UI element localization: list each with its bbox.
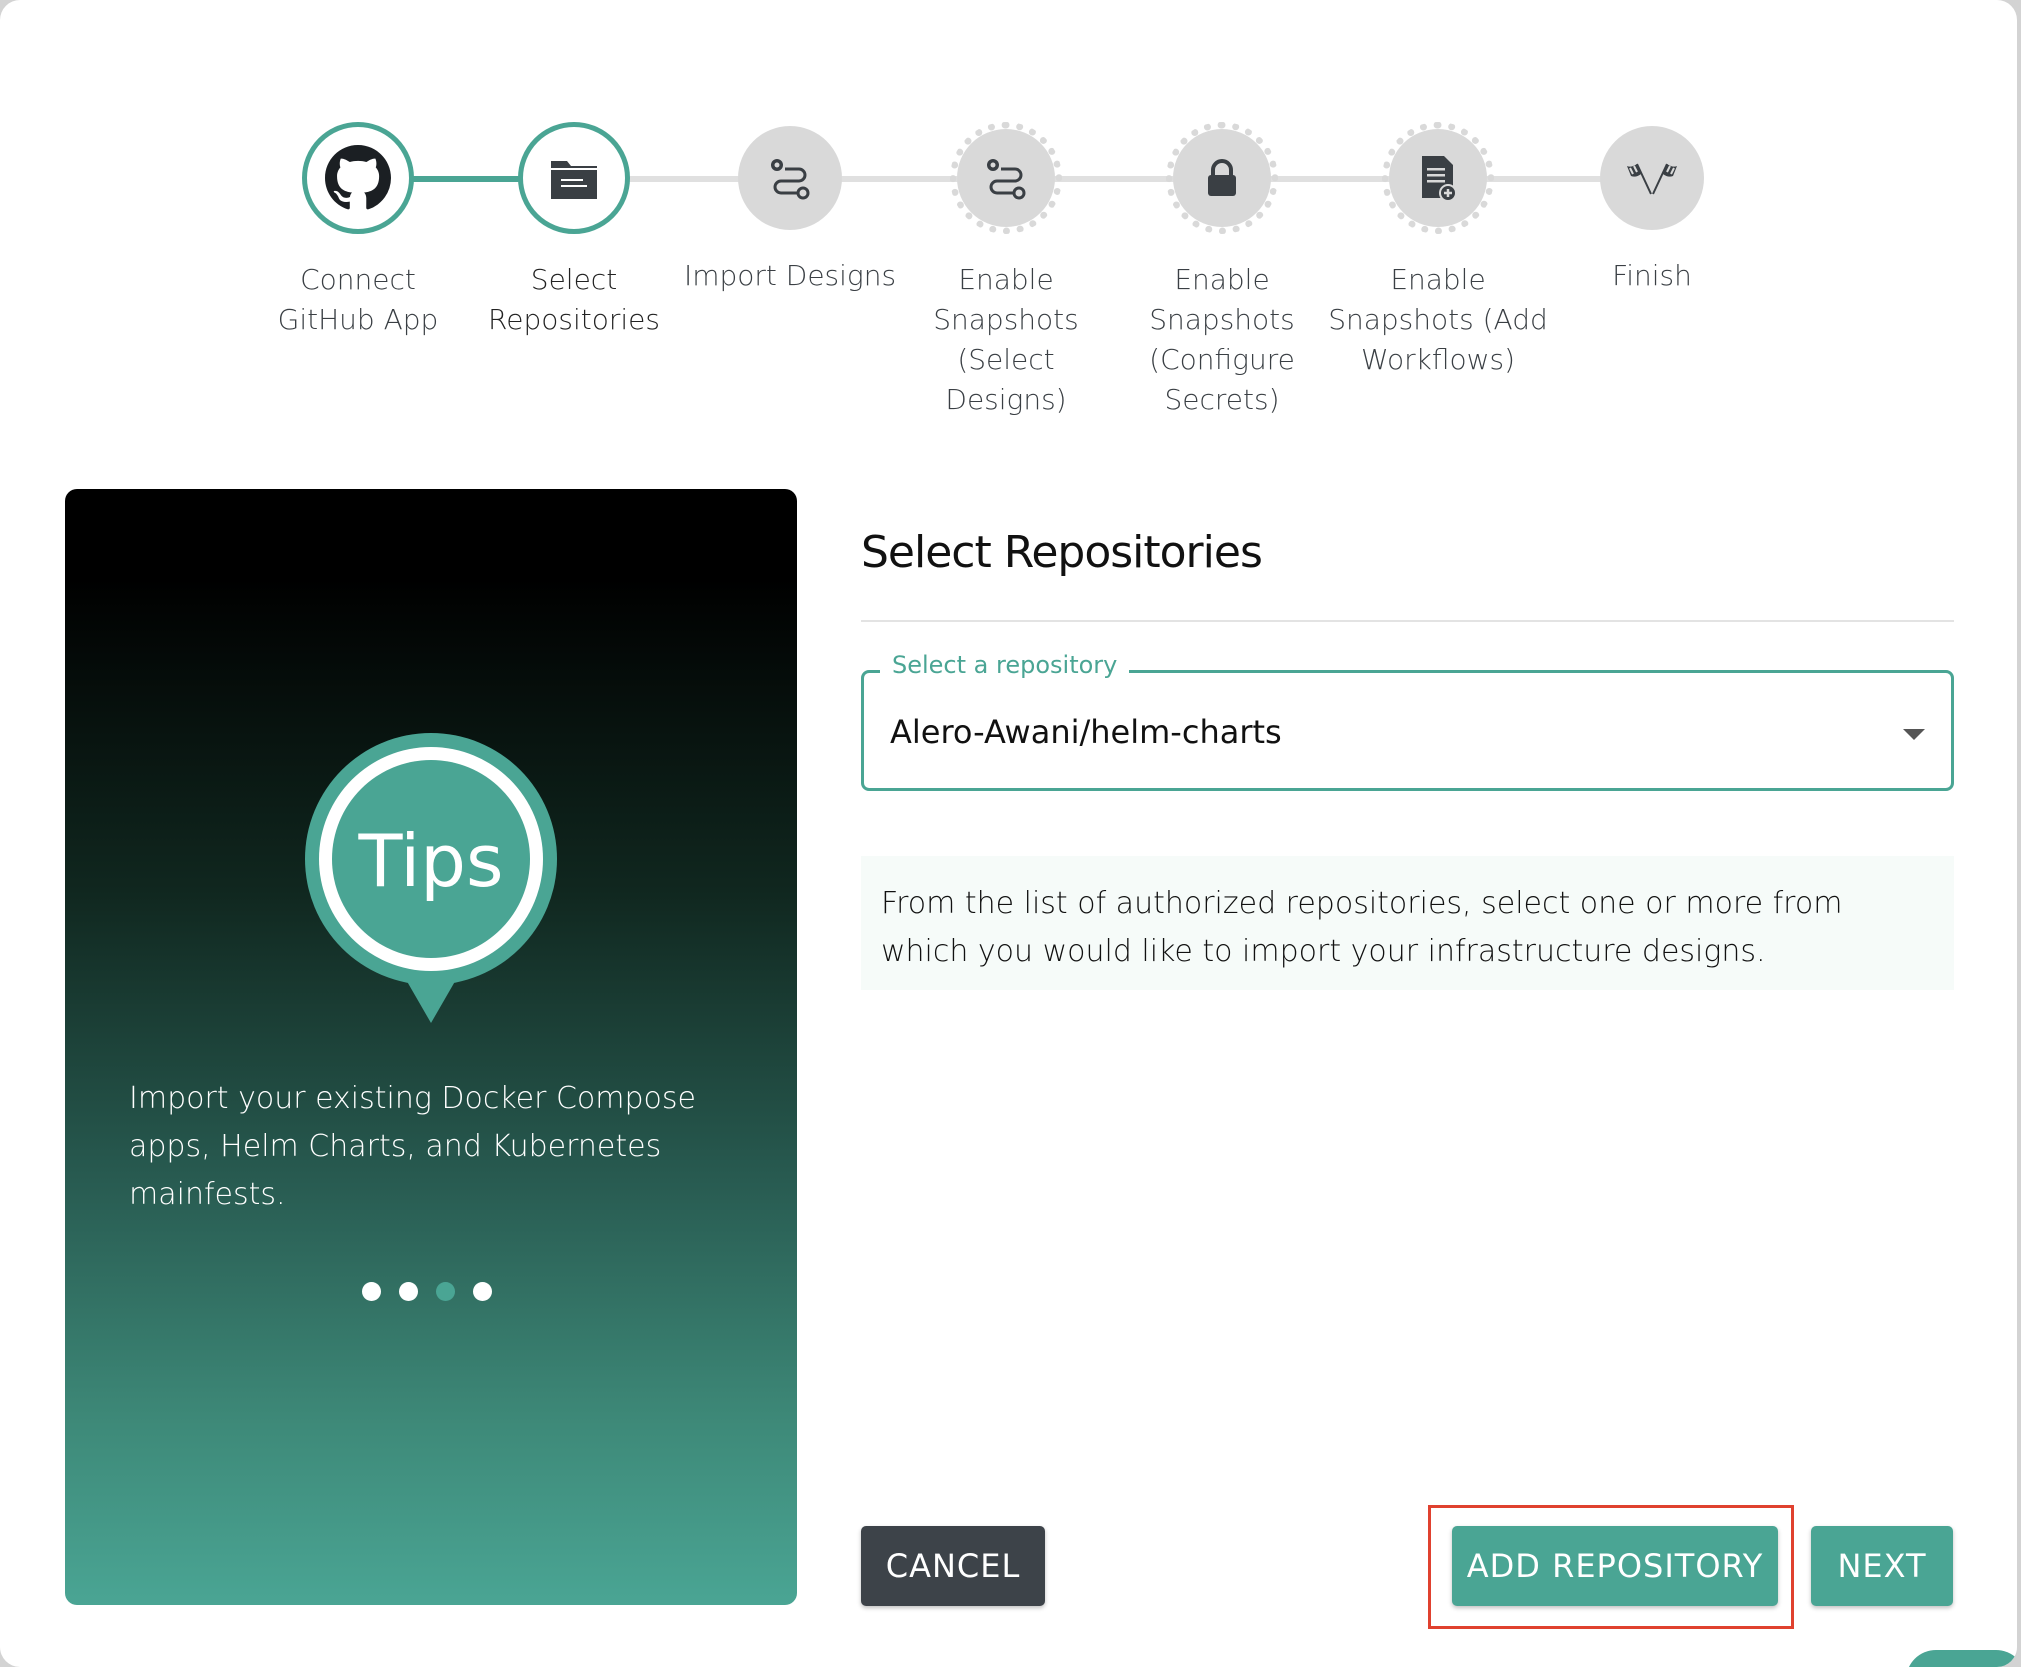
step-label: Enable Snapshots (Select Designs) [933,263,1079,416]
repository-select[interactable]: Select a repository Alero-Awani/helm-cha… [861,651,1954,791]
step-label: Enable Snapshots (Add Workflows) [1328,263,1548,376]
checkered-flags-icon [1600,126,1704,230]
step-enable-snapshots-configure-secrets[interactable]: Enable Snapshots (Configure Secrets) [1112,122,1332,420]
step-label: Select Repositories [488,263,660,336]
add-repository-button[interactable]: ADD REPOSITORY [1452,1526,1778,1606]
step-label: Finish [1612,259,1692,292]
step-label: Connect GitHub App [277,263,439,336]
carousel-dots [362,1282,492,1301]
tip-text: Import your existing Docker Compose apps… [129,1081,696,1212]
document-add-icon [1382,122,1494,234]
step-label: Enable Snapshots (Configure Secrets) [1149,263,1295,416]
step-enable-snapshots-add-workflows[interactable]: Enable Snapshots (Add Workflows) [1328,122,1548,380]
tips-badge-text: Tips [358,819,504,903]
step-label: Import Designs [683,259,897,292]
carousel-dot[interactable] [399,1282,418,1301]
carousel-dot[interactable] [473,1282,492,1301]
step-select-repositories[interactable]: Select Repositories [464,122,684,340]
stepper: Connect GitHub App Select Repositories I… [0,0,2017,440]
folder-icon [518,122,630,234]
step-finish[interactable]: Finish [1542,126,1762,296]
dropdown-arrow-icon [1903,729,1925,740]
tips-panel: Tips Import your existing Docker Compose… [65,489,797,1605]
page-title: Select Repositories [861,527,1263,578]
github-icon [302,122,414,234]
step-connect-github[interactable]: Connect GitHub App [248,122,468,340]
carousel-dot[interactable] [362,1282,381,1301]
repository-select-value: Alero-Awani/helm-charts [890,713,1282,751]
step-import-designs[interactable]: Import Designs [680,126,900,296]
cancel-button[interactable]: CANCEL [861,1526,1045,1606]
next-button[interactable]: NEXT [1811,1526,1953,1606]
divider [861,620,1954,622]
floating-tab[interactable] [1906,1650,2017,1667]
connect-github-modal: Connect GitHub App Select Repositories I… [0,0,2017,1667]
info-text: From the list of authorized repositories… [861,856,1954,990]
step-enable-snapshots-select-designs[interactable]: Enable Snapshots (Select Designs) [896,122,1116,420]
tips-badge: Tips [305,733,557,1023]
carousel-dot-active[interactable] [436,1282,455,1301]
workflow-icon [738,126,842,230]
lock-icon [1166,122,1278,234]
repository-select-label: Select a repository [880,651,1130,679]
workflow-icon [950,122,1062,234]
